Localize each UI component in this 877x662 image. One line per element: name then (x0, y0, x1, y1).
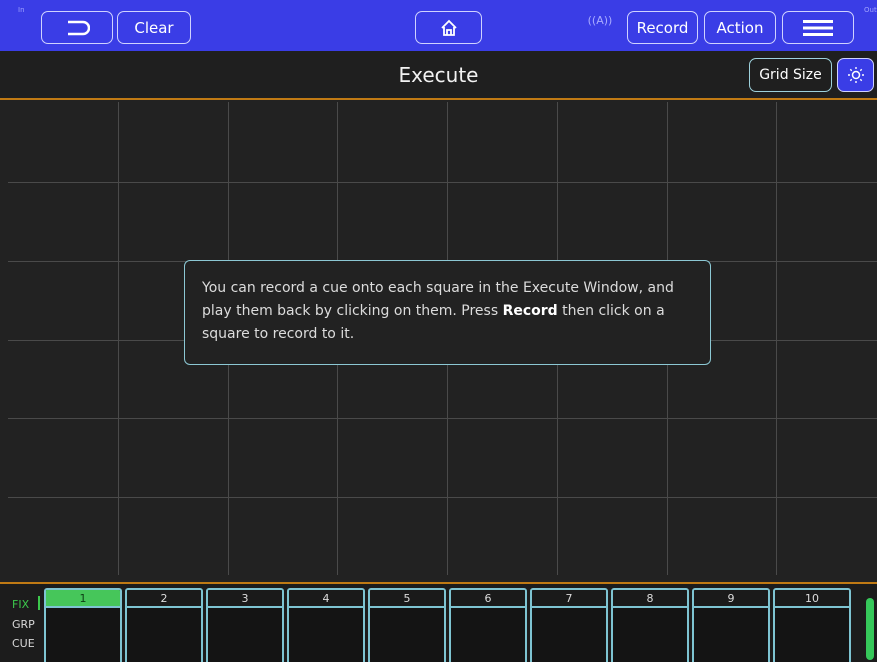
slot-number: 10 (775, 590, 849, 608)
slot-number: 8 (613, 590, 687, 608)
tip-record-keyword: Record (502, 303, 558, 319)
action-button[interactable]: Action (704, 11, 776, 44)
playback-slot[interactable]: 10 (773, 588, 851, 662)
home-button[interactable] (415, 11, 482, 44)
slot-number: 9 (694, 590, 768, 608)
grid-line (8, 418, 877, 419)
menu-button[interactable] (782, 11, 854, 44)
slot-number: 1 (46, 590, 120, 608)
wireless-icon: ((A)) (587, 14, 613, 27)
home-icon (440, 19, 457, 36)
playback-slot[interactable]: 2 (125, 588, 203, 662)
playback-slot[interactable]: 3 (206, 588, 284, 662)
grid-line (8, 497, 877, 498)
page-title: Execute (398, 63, 479, 87)
playback-slot[interactable]: 7 (530, 588, 608, 662)
slot-number: 4 (289, 590, 363, 608)
mode-indicator (38, 596, 40, 610)
highlight-button[interactable] (837, 58, 874, 92)
slot-number: 7 (532, 590, 606, 608)
top-toolbar: In Out Clear ((A)) Record Action (0, 0, 877, 51)
playback-slot[interactable]: 4 (287, 588, 365, 662)
playback-slot[interactable]: 9 (692, 588, 770, 662)
playback-slot[interactable]: 1 (44, 588, 122, 662)
grid-line (118, 102, 119, 575)
playback-slot[interactable]: 8 (611, 588, 689, 662)
grid-line (8, 182, 877, 183)
app-window: In Out Clear ((A)) Record Action Execute… (0, 0, 877, 662)
mode-grp[interactable]: GRP (12, 618, 35, 631)
playback-strip: FIX GRP CUE 1 2 3 4 5 6 7 8 9 10 (0, 582, 877, 662)
back-button[interactable] (41, 11, 113, 44)
playback-slot[interactable]: 6 (449, 588, 527, 662)
lightbulb-icon (847, 67, 864, 83)
strip-scrollbar[interactable] (866, 598, 874, 660)
slot-number: 5 (370, 590, 444, 608)
undo-icon (68, 20, 90, 35)
grid-line (776, 102, 777, 575)
hamburger-icon (803, 19, 833, 36)
corner-label-left: In (18, 6, 25, 14)
playback-slot[interactable]: 5 (368, 588, 446, 662)
help-tooltip: You can record a cue onto each square in… (184, 260, 711, 365)
clear-button[interactable]: Clear (117, 11, 191, 44)
slot-number: 2 (127, 590, 201, 608)
slot-number: 6 (451, 590, 525, 608)
grid-size-button[interactable]: Grid Size (749, 58, 832, 92)
mode-fix[interactable]: FIX (12, 598, 29, 611)
mode-cue[interactable]: CUE (12, 637, 35, 650)
corner-label-right: Out (864, 6, 877, 14)
title-bar: Execute (0, 51, 877, 100)
slot-number: 3 (208, 590, 282, 608)
record-button[interactable]: Record (627, 11, 698, 44)
